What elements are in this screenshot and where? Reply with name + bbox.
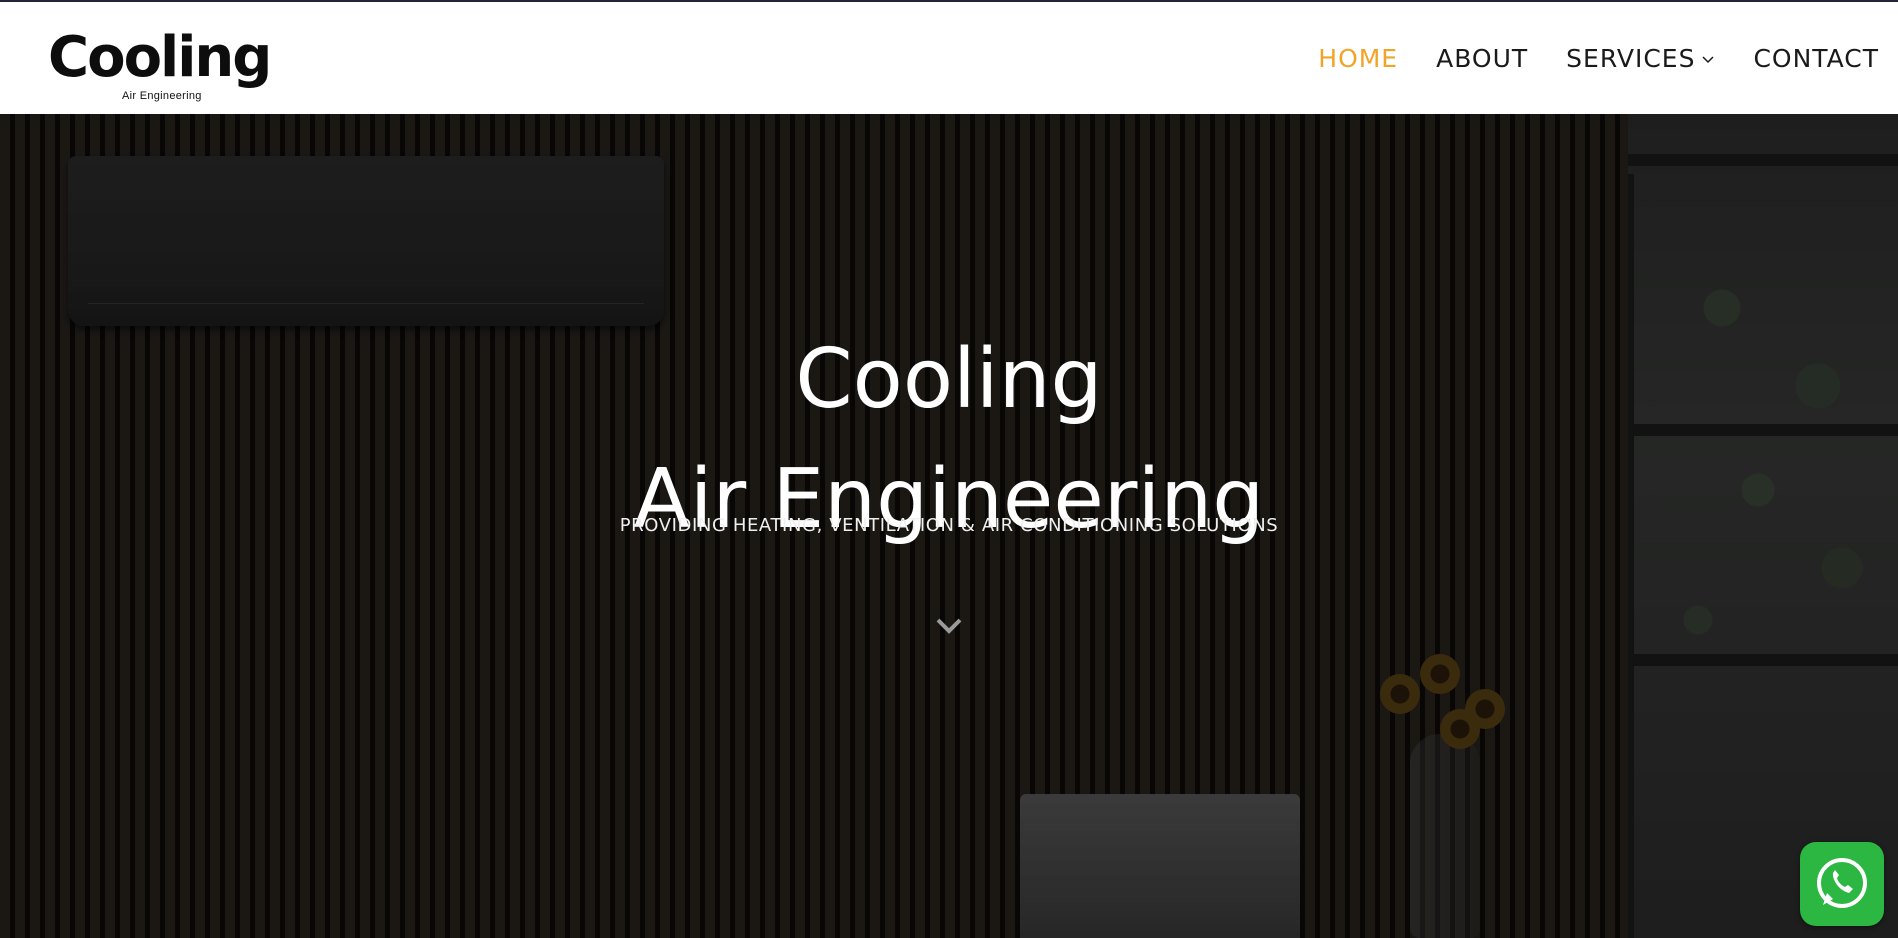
chevron-down-icon[interactable]	[934, 614, 964, 638]
whatsapp-icon	[1817, 858, 1867, 908]
nav-label: HOME	[1318, 44, 1399, 73]
nav-label: ABOUT	[1436, 44, 1529, 73]
hero-subtitle: PROVIDING HEATING, VENTILATION & AIR CON…	[619, 515, 1279, 536]
nav-item-contact[interactable]: CONTACT	[1753, 44, 1879, 73]
hero-title-line1: Cooling	[795, 331, 1103, 427]
logo-wordmark: Cooling	[48, 25, 272, 90]
main-nav: HOME ABOUT SERVICES CONTACT	[1280, 44, 1879, 73]
nav-label: CONTACT	[1753, 44, 1879, 73]
nav-item-home[interactable]: HOME	[1318, 44, 1398, 73]
nav-item-about[interactable]: ABOUT	[1436, 44, 1528, 73]
nav-label: SERVICES	[1566, 44, 1696, 73]
whatsapp-button[interactable]	[1800, 842, 1884, 926]
site-header: Cooling Air Engineering HOME ABOUT SERVI…	[0, 2, 1898, 114]
chevron-down-icon	[1702, 55, 1714, 63]
hero-section: Cooling Air Engineering PROVIDING HEATIN…	[0, 114, 1898, 938]
nav-item-services[interactable]: SERVICES	[1566, 44, 1715, 73]
logo-tagline: Air Engineering	[122, 90, 202, 102]
site-logo[interactable]: Cooling Air Engineering	[48, 25, 272, 110]
